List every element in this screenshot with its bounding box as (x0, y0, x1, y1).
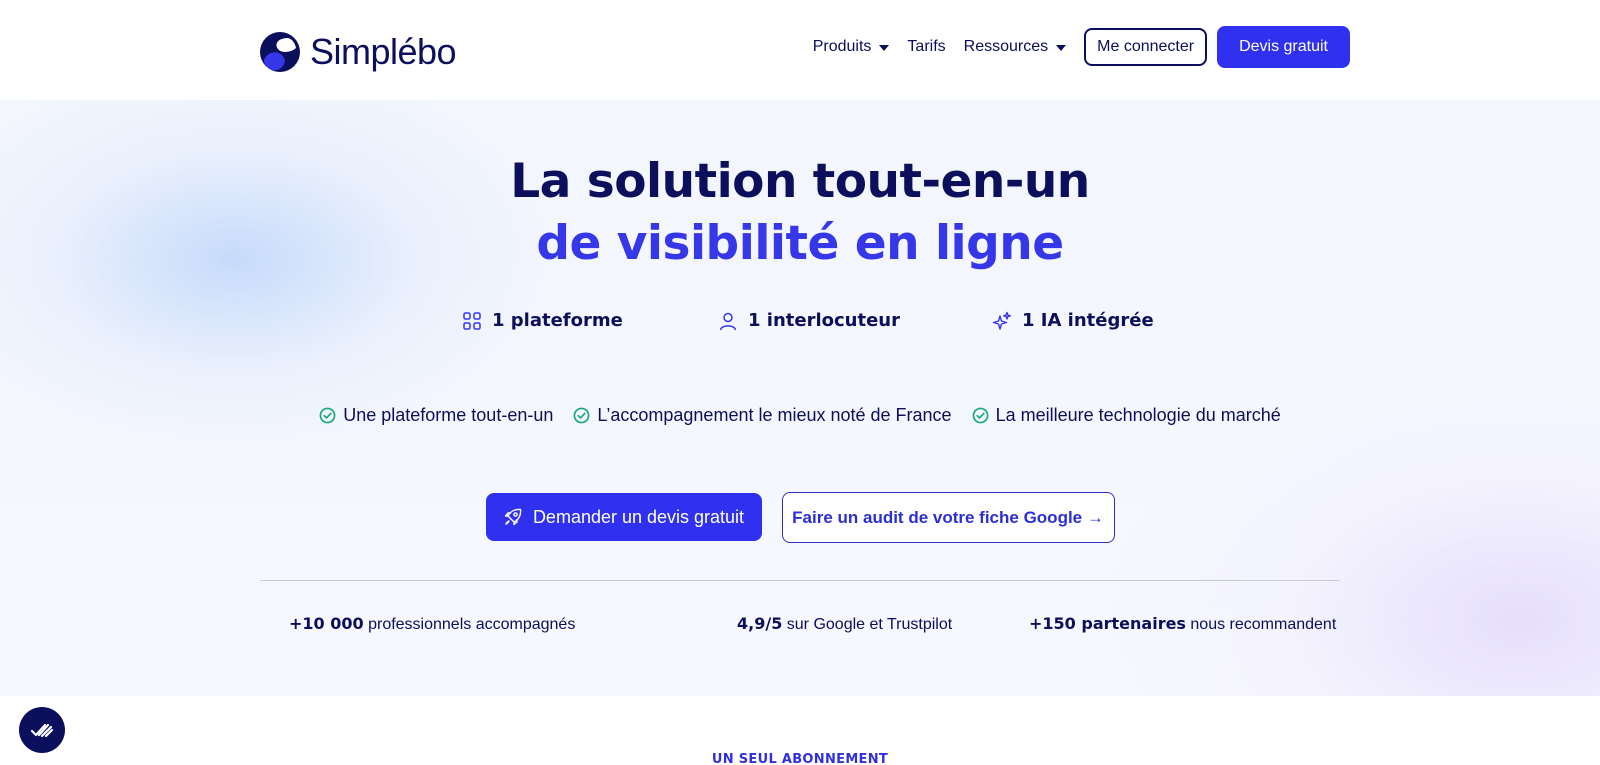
logo[interactable]: Simplébo (258, 30, 457, 74)
stat-text: professionnels accompagnés (363, 616, 576, 633)
chevron-down-icon (1056, 45, 1067, 51)
grid-icon (463, 311, 481, 330)
benefit-label: L’accompagnement le mieux noté de France (597, 405, 952, 425)
main-nav: Produits Tarifs Ressources Me connecter … (813, 26, 1350, 68)
stat-text: nous recommandent (1185, 616, 1337, 633)
benefits-list: Une plateforme tout-en-un L’accompagneme… (0, 405, 1600, 426)
chevron-down-icon (879, 45, 890, 51)
logo-text: Simplébo (310, 31, 457, 72)
double-check-icon (30, 723, 54, 738)
check-circle-icon (319, 407, 336, 424)
nav-item-label: Ressources (963, 38, 1049, 55)
pillar-label: 1 interlocuteur (748, 310, 900, 331)
check-circle-icon (972, 407, 989, 424)
nav-item-produits[interactable]: Produits (813, 38, 890, 56)
pillars: 1 plateforme 1 interlocuteur 1 IA intégr… (0, 310, 1600, 340)
free-quote-button[interactable]: Devis gratuit (1217, 26, 1350, 68)
benefit-item: L’accompagnement le mieux noté de France (573, 405, 952, 426)
rocket-icon (504, 508, 522, 526)
pillar-ai: 1 IA intégrée (992, 310, 1154, 331)
pillar-platform: 1 plateforme (462, 310, 623, 331)
section-label: UN SEUL ABONNEMENT (711, 752, 889, 765)
login-button[interactable]: Me connecter (1084, 28, 1208, 66)
stat-value: 4,9/5 (737, 614, 783, 633)
request-quote-label: Demander un devis gratuit (532, 506, 745, 527)
sparkles-icon (992, 311, 1011, 330)
nav-item-label: Produits (812, 38, 872, 55)
pillar-label: 1 IA intégrée (1022, 310, 1154, 331)
benefit-item: Une plateforme tout-en-un (319, 405, 553, 426)
hero-title-line2: de visibilité en ligne (536, 216, 1064, 271)
cta-row: Demander un devis gratuit Faire un audit… (0, 492, 1600, 543)
google-audit-button[interactable]: Faire un audit de votre fiche Google → (781, 492, 1115, 543)
stat-value: +150 partenaires (1029, 614, 1186, 633)
simplebo-logo-icon (260, 32, 300, 72)
benefit-item: La meilleure technologie du marché (972, 405, 1281, 426)
pillar-contact: 1 interlocuteur (718, 310, 900, 331)
check-circle-icon (573, 407, 590, 424)
site-header: Simplébo Produits Tarifs Ressources Me c… (0, 0, 1600, 100)
nav-item-ressources[interactable]: Ressources (963, 38, 1067, 56)
stat-value: +10 000 (289, 614, 364, 633)
benefit-label: Une plateforme tout-en-un (343, 405, 554, 425)
stat-rating: 4,9/5 sur Google et Trustpilot (737, 614, 952, 634)
request-quote-button[interactable]: Demander un devis gratuit (485, 493, 762, 541)
hero-section: La solution tout-en-un de visibilité en … (0, 100, 1600, 696)
hero-title-line1: La solution tout-en-un (510, 154, 1090, 209)
pillar-label: 1 plateforme (492, 310, 623, 331)
stat-text: sur Google et Trustpilot (782, 616, 953, 633)
benefit-label: La meilleure technologie du marché (995, 405, 1281, 425)
divider (260, 580, 1340, 581)
nav-item-tarifs[interactable]: Tarifs (907, 38, 945, 56)
user-icon (719, 312, 737, 330)
cookie-consent-button[interactable] (19, 707, 65, 753)
stat-professionals: +10 000 professionnels accompagnés (289, 614, 575, 634)
stat-partners: +150 partenaires nous recommandent (1029, 614, 1336, 634)
nav-item-label: Tarifs (907, 38, 946, 55)
